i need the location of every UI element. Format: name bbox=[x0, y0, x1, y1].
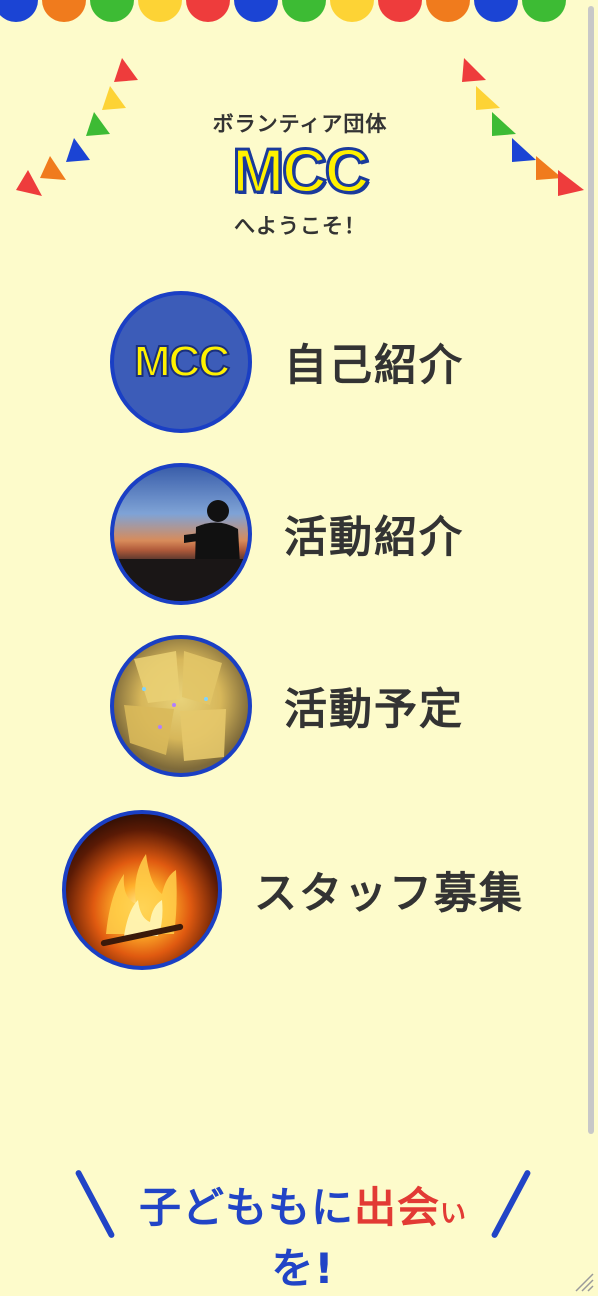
slogan-part-1: 子ども bbox=[138, 1183, 268, 1232]
slogan-part-2: も bbox=[267, 1183, 311, 1232]
menu-item-activity-intro[interactable]: 活動紹介 bbox=[110, 463, 464, 605]
scallop-green bbox=[282, 0, 326, 22]
hero-welcome: へようこそ！ bbox=[234, 214, 366, 238]
hero-logo: MCC bbox=[231, 137, 371, 206]
scallop-yellow bbox=[330, 0, 374, 22]
menu-label-activity-schedule: 活動予定 bbox=[284, 685, 464, 735]
menu-label-staff-recruitment: スタッフ募集 bbox=[254, 869, 524, 919]
scallop-blue bbox=[234, 0, 278, 22]
slogan-part-3: に bbox=[310, 1183, 354, 1232]
bunting-right bbox=[462, 58, 584, 196]
resize-grip-icon[interactable] bbox=[572, 1270, 594, 1292]
slogan-part-4: 出会 bbox=[354, 1183, 441, 1232]
scallop-blue bbox=[0, 0, 38, 22]
slogan-part-7: ! bbox=[314, 1244, 335, 1293]
slogan-left-slash bbox=[74, 1169, 116, 1239]
slogan-part-5: い bbox=[440, 1199, 468, 1229]
scallop-yellow bbox=[138, 0, 182, 22]
menu-label-self-intro: 自己紹介 bbox=[284, 341, 464, 391]
scallop-blue bbox=[474, 0, 518, 22]
menu-item-staff-recruitment[interactable]: スタッフ募集 bbox=[62, 810, 524, 970]
campfire-flames bbox=[100, 854, 184, 947]
bunting-left bbox=[16, 58, 138, 196]
silhouette-figure bbox=[114, 500, 248, 601]
scallop-green bbox=[522, 0, 566, 22]
scallop-green bbox=[90, 0, 134, 22]
scallop-red bbox=[186, 0, 230, 22]
menu-item-activity-schedule[interactable]: 活動予定 bbox=[110, 635, 464, 777]
top-scallop-border bbox=[0, 0, 586, 34]
scallop-orange bbox=[42, 0, 86, 22]
craft-bags-photo bbox=[110, 635, 252, 777]
menu-label-activity-intro: 活動紹介 bbox=[284, 513, 464, 563]
sunset-silhouette-photo bbox=[110, 463, 252, 605]
scrollbar-thumb[interactable] bbox=[588, 6, 594, 1134]
craft-bags-shapes bbox=[124, 651, 226, 761]
slogan-part-6: を bbox=[271, 1244, 315, 1293]
page: ボランティア団体 MCC へようこそ！ MCC 自己紹介 活動紹介 活動予定 ス… bbox=[0, 0, 598, 1296]
slogan-right-slash bbox=[490, 1169, 532, 1239]
hero: ボランティア団体 MCC へようこそ！ bbox=[150, 108, 450, 240]
footer-slogan: 子どももに出会いを! bbox=[74, 1166, 532, 1293]
mcc-logo-thumbnail: MCC bbox=[110, 291, 252, 433]
hero-subtitle: ボランティア団体 bbox=[212, 112, 388, 136]
campfire-photo bbox=[62, 810, 222, 970]
slogan-text: 子どももに出会いを! bbox=[128, 1174, 478, 1296]
menu-item-self-intro[interactable]: MCC 自己紹介 bbox=[110, 291, 464, 433]
scallop-red bbox=[378, 0, 422, 22]
thumb-logo-text: MCC bbox=[133, 336, 231, 387]
scallop-orange bbox=[426, 0, 470, 22]
